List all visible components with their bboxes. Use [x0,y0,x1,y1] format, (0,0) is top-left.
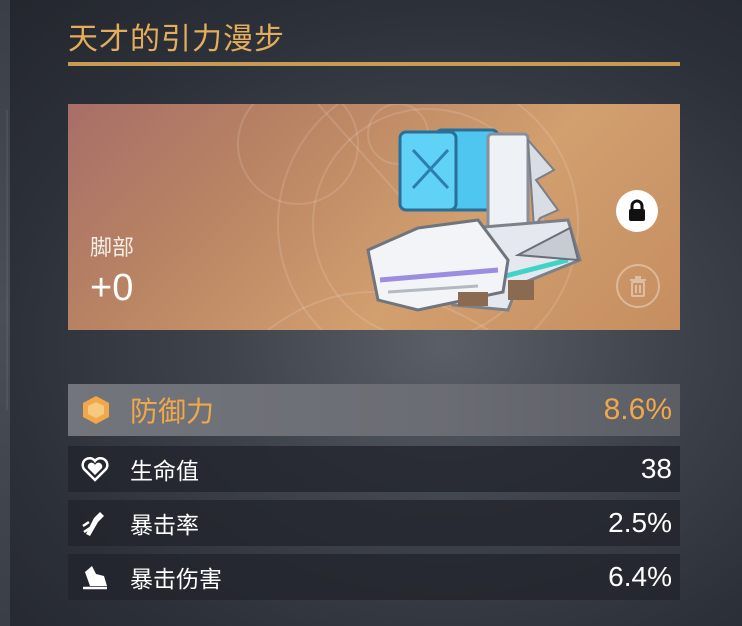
discard-button[interactable] [616,264,660,308]
sub-stat-row: 生命值 38 [68,446,680,492]
trash-icon [630,276,646,297]
lock-button[interactable] [616,190,658,232]
sub-stat-name: 生命值 [130,459,199,485]
lock-icon [629,199,645,221]
main-stat-value: 8.6% [603,393,672,426]
sub-stat-name: 暴击率 [130,513,199,539]
title-underline [68,62,680,66]
sub-stat-value: 6.4% [608,561,672,592]
crit-rate-icon [80,508,110,538]
main-stat-name: 防御力 [130,395,215,428]
sub-stat-value: 38 [640,453,672,484]
left-edge-panel [0,0,10,626]
slot-label: 脚部 [90,236,135,261]
crit-damage-icon [80,562,110,592]
relic-boots-image [366,128,582,312]
sub-stat-value: 2.5% [608,507,672,538]
relic-level: +0 [90,267,134,309]
heart-icon [80,454,110,484]
relic-card: 脚部 +0 [68,104,680,330]
sub-stat-row: 暴击伤害 6.4% [68,554,680,600]
sub-stat-name: 暴击伤害 [130,567,222,593]
edge-divider [6,110,8,410]
relic-name: 天才的引力漫步 [68,22,285,57]
defense-shield-icon [80,394,112,426]
main-stat-row: 防御力 8.6% [68,384,680,436]
sub-stat-row: 暴击率 2.5% [68,500,680,546]
